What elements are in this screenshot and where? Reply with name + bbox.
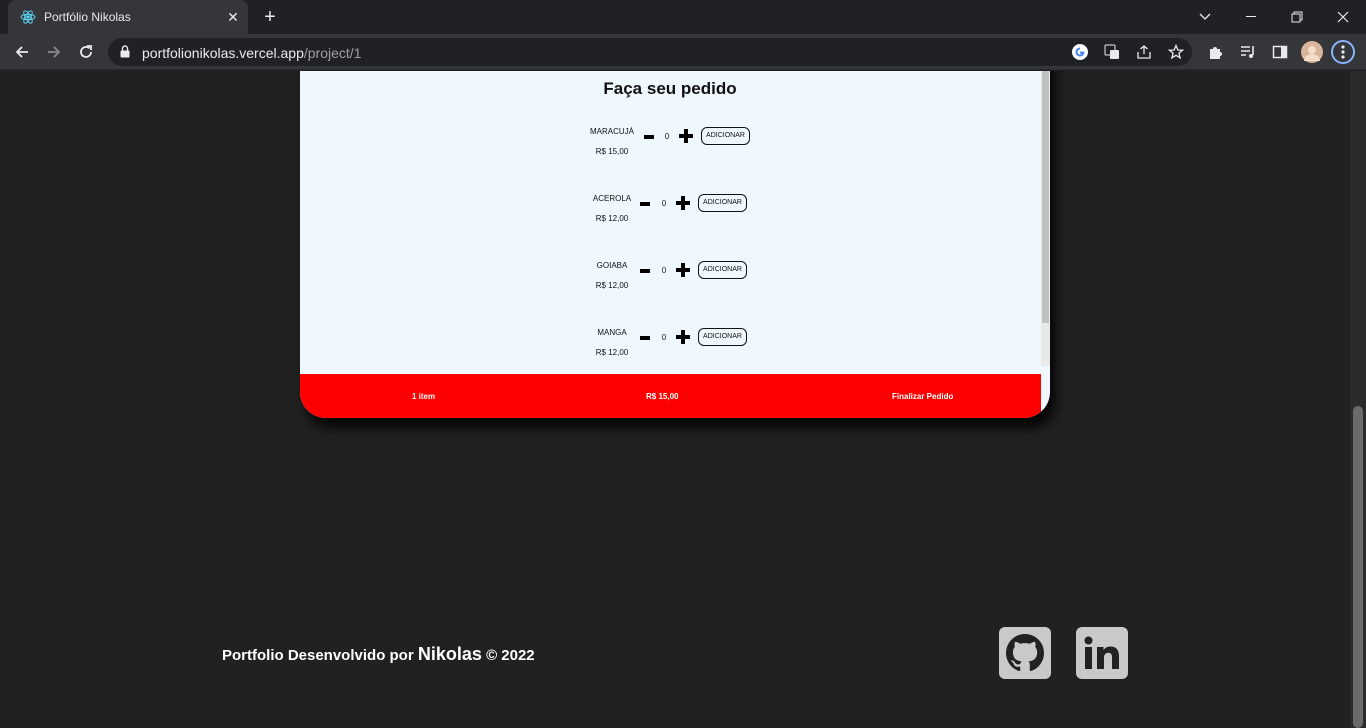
- tab-search-icon[interactable]: [1182, 0, 1228, 34]
- product-name: MARACUJÁ: [589, 127, 634, 136]
- close-tab-icon[interactable]: ✕: [224, 8, 242, 26]
- linkedin-icon: [1084, 636, 1119, 669]
- decrease-button[interactable]: [640, 202, 650, 206]
- back-icon[interactable]: [8, 38, 36, 66]
- minimize-icon[interactable]: [1228, 0, 1274, 34]
- menu-icon[interactable]: [1331, 40, 1355, 64]
- footer-author: Nikolas: [417, 644, 482, 664]
- quantity-value: 0: [664, 132, 670, 141]
- add-button[interactable]: ADICIONAR: [698, 328, 747, 346]
- side-panel-icon[interactable]: [1268, 40, 1292, 64]
- quantity-value: 0: [661, 333, 667, 342]
- decrease-button[interactable]: [644, 135, 654, 139]
- quantity-value: 0: [661, 266, 667, 275]
- increase-button[interactable]: [676, 196, 690, 210]
- tab-title: Portfólio Nikolas: [44, 10, 131, 24]
- increase-button[interactable]: [676, 330, 690, 344]
- decrease-button[interactable]: [640, 336, 650, 340]
- product-price: R$ 15,00: [595, 147, 629, 156]
- reload-icon[interactable]: [72, 38, 100, 66]
- translate-icon[interactable]: [1102, 42, 1122, 62]
- media-queue-icon[interactable]: [1236, 40, 1260, 64]
- quantity-value: 0: [661, 199, 667, 208]
- add-button[interactable]: ADICIONAR: [698, 194, 747, 212]
- product-row: MARACUJÁ R$ 15,00 0 ADICIONAR: [582, 127, 762, 167]
- footer-credit: Portfolio Desenvolvido por Nikolas © 202…: [222, 644, 535, 665]
- bookmark-star-icon[interactable]: [1166, 42, 1186, 62]
- footer-prefix: Portfolio Desenvolvido por: [222, 647, 414, 664]
- scrollbar-thumb[interactable]: [1353, 406, 1363, 728]
- order-title: Faça seu pedido: [603, 79, 737, 98]
- page-scrollbar[interactable]: [1350, 71, 1366, 728]
- browser-toolbar: portfolionikolas.vercel.app/project/1: [0, 34, 1366, 70]
- card-scrollbar[interactable]: [1041, 71, 1050, 366]
- close-window-icon[interactable]: [1320, 0, 1366, 34]
- new-tab-button[interactable]: +: [258, 6, 282, 28]
- checkout-button[interactable]: Finalizar Pedido: [892, 392, 953, 401]
- product-row: ACEROLA R$ 12,00 0 ADICIONAR: [582, 194, 762, 234]
- product-price: R$ 12,00: [595, 214, 629, 223]
- product-name: MANGA: [597, 328, 627, 337]
- increase-button[interactable]: [679, 129, 693, 143]
- page-viewport: Faça seu pedido MARACUJÁ R$ 15,00 0 ADIC…: [0, 71, 1350, 728]
- restore-icon[interactable]: [1274, 0, 1320, 34]
- decrease-button[interactable]: [640, 269, 650, 273]
- add-button[interactable]: ADICIONAR: [701, 127, 750, 145]
- extensions-icon[interactable]: [1204, 40, 1228, 64]
- product-row: MANGA R$ 12,00 0 ADICIONAR: [582, 328, 762, 368]
- address-bar[interactable]: portfolionikolas.vercel.app/project/1: [108, 38, 1192, 66]
- footer-copyright: © 2022: [486, 647, 535, 664]
- lock-icon: [120, 45, 130, 58]
- product-price: R$ 12,00: [595, 348, 629, 357]
- add-button[interactable]: ADICIONAR: [698, 261, 747, 279]
- order-card: Faça seu pedido MARACUJÁ R$ 15,00 0 ADIC…: [300, 71, 1050, 418]
- product-name: GOIABA: [596, 261, 628, 270]
- github-link[interactable]: [999, 627, 1051, 679]
- linkedin-link[interactable]: [1076, 627, 1128, 679]
- avatar[interactable]: [1300, 40, 1324, 64]
- react-icon: [20, 10, 36, 24]
- product-name: ACEROLA: [592, 194, 632, 203]
- browser-tab[interactable]: Portfólio Nikolas ✕: [8, 0, 248, 34]
- product-price: R$ 12,00: [595, 281, 629, 290]
- github-icon: [1006, 634, 1044, 672]
- forward-icon[interactable]: [40, 38, 68, 66]
- browser-tabbar: Portfólio Nikolas ✕ +: [0, 0, 1366, 34]
- item-count: 1 item: [412, 392, 436, 401]
- google-icon[interactable]: [1070, 42, 1090, 62]
- order-total: R$ 15,00: [646, 392, 679, 401]
- order-summary-bar: 1 item R$ 15,00 Finalizar Pedido: [300, 374, 1041, 418]
- url-text: portfolionikolas.vercel.app/project/1: [142, 45, 362, 61]
- increase-button[interactable]: [676, 263, 690, 277]
- product-row: GOIABA R$ 12,00 0 ADICIONAR: [582, 261, 762, 301]
- share-icon[interactable]: [1134, 42, 1154, 62]
